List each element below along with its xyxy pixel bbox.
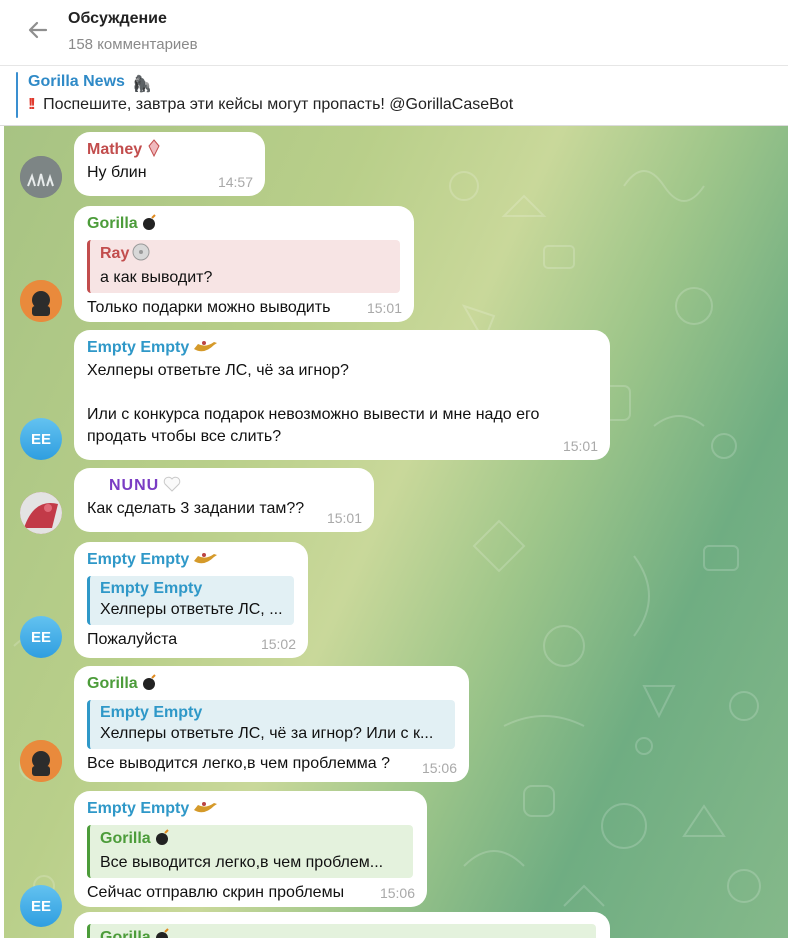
avatar[interactable]: EE — [20, 616, 62, 658]
page-title: Обсуждение — [68, 10, 167, 27]
pinned-channel-label: Gorilla News — [28, 73, 125, 90]
message-text: Все выводится легко,в чем проблемма ? — [87, 755, 391, 772]
avatar[interactable] — [20, 492, 62, 534]
lamp-emoji-icon — [192, 798, 218, 821]
pinned-accent-bar — [16, 72, 18, 118]
arrow-left-icon — [26, 18, 50, 47]
reply-author: Gorilla — [100, 927, 586, 938]
avatar[interactable] — [20, 740, 62, 782]
bomb-emoji-icon — [154, 828, 172, 852]
reply-text: а как выводит? — [100, 269, 213, 286]
message-bubble[interactable]: Mathey Ну блин 14:57 — [74, 132, 265, 196]
disc-emoji-icon — [132, 243, 150, 267]
reply-author: Empty Empty — [100, 580, 203, 597]
message-bubble[interactable]: Empty Empty Хелперы ответьте ЛС, чё за и… — [74, 330, 610, 460]
reply-text: Все выводится легко,в чем проблем... — [100, 854, 384, 871]
gorilla-emoji-icon: 🦍 — [132, 76, 153, 93]
message-text-line: продать чтобы все слить? — [87, 428, 282, 445]
pinned-text: Поспешите, завтра эти кейсы могут пропас… — [43, 96, 514, 113]
reply-text: Хелперы ответьте ЛС, ... — [100, 601, 283, 618]
reply-quote[interactable]: Empty Empty Хелперы ответьте ЛС, ... — [87, 576, 294, 625]
message-text-line: Хелперы ответьте ЛС, чё за игнор? — [87, 362, 349, 379]
message-time: 15:06 — [379, 885, 415, 901]
message-time: 15:06 — [421, 760, 457, 776]
lamp-emoji-icon — [192, 549, 218, 572]
pinned-message[interactable]: Gorilla News 🦍 !! Поспешите, завтра эти … — [0, 66, 788, 126]
avatar[interactable]: EE — [20, 418, 62, 460]
message-text: Как сделать 3 задании там?? — [87, 500, 305, 517]
pinned-channel-name: Gorilla News 🦍 — [28, 73, 152, 94]
avatar[interactable]: EE — [20, 885, 62, 927]
sender-name[interactable]: Gorilla — [87, 214, 138, 234]
avatar-initials: EE — [30, 897, 51, 915]
sender-name[interactable]: Empty Empty — [87, 799, 189, 819]
sender-name[interactable]: Empty Empty — [87, 550, 189, 570]
sender-name[interactable]: NUNU — [87, 476, 159, 496]
sender-name[interactable]: Mathey — [87, 140, 142, 160]
chat-header: Обсуждение 158 комментариев — [0, 0, 788, 66]
bomb-emoji-icon — [141, 673, 159, 696]
white-heart-icon — [162, 475, 182, 498]
message-bubble[interactable]: Gorilla Empty Empty Хелперы ответьте ЛС,… — [74, 666, 469, 782]
reply-author: Ray — [100, 243, 390, 267]
avatar[interactable] — [20, 280, 62, 322]
lamp-emoji-icon — [192, 337, 218, 360]
message-bubble[interactable]: Empty Empty Empty Empty Хелперы ответьте… — [74, 542, 308, 658]
message-time: 15:01 — [562, 438, 598, 454]
message-bubble[interactable]: NUNU Как сделать 3 задании там?? 15:01 — [74, 468, 374, 532]
reply-quote[interactable]: Gorilla — [87, 924, 596, 938]
message-time: 15:01 — [366, 300, 402, 316]
message-text-line: Или с конкурса подарок невозможно вывест… — [87, 406, 540, 423]
reply-quote[interactable]: Ray а как выводит? — [87, 240, 400, 293]
bomb-emoji-icon — [154, 927, 172, 938]
chat-area[interactable]: Mathey Ну блин 14:57 Gorilla Ray а как в… — [4, 126, 788, 938]
reply-text: Хелперы ответьте ЛС, чё за игнор? Или с … — [100, 725, 434, 742]
reply-author-label: Ray — [100, 245, 130, 262]
reply-author: Empty Empty — [100, 704, 203, 721]
message-bubble[interactable]: Empty Empty Gorilla Все выводится легко,… — [74, 791, 427, 907]
message-text: Только подарки можно выводить — [87, 299, 331, 316]
comment-count: 158 комментариев — [68, 36, 198, 53]
reply-author-label: Gorilla — [100, 929, 151, 938]
reply-author-label: Gorilla — [100, 830, 151, 847]
avatar-initials: EE — [30, 430, 51, 448]
blade-emoji-icon — [145, 139, 163, 162]
message-text: Сейчас отправлю скрин проблемы — [87, 884, 345, 901]
reply-author: Gorilla — [100, 828, 403, 852]
message-bubble[interactable]: Gorilla Ray а как выводит? Только подарк… — [74, 206, 414, 322]
reply-quote[interactable]: Empty Empty Хелперы ответьте ЛС, чё за и… — [87, 700, 455, 749]
message-bubble[interactable]: Gorilla — [74, 912, 610, 938]
double-exclamation-icon: !! — [28, 96, 35, 113]
avatar-initials: EE — [30, 628, 51, 646]
back-button[interactable] — [22, 16, 54, 48]
message-time: 14:57 — [217, 174, 253, 190]
bomb-emoji-icon — [141, 213, 159, 236]
pinned-text-row: !! Поспешите, завтра эти кейсы могут про… — [28, 96, 513, 114]
message-time: 15:02 — [260, 636, 296, 652]
message-time: 15:01 — [326, 510, 362, 526]
avatar[interactable] — [20, 156, 62, 198]
sender-name[interactable]: Empty Empty — [87, 338, 189, 358]
sender-name[interactable]: Gorilla — [87, 674, 138, 694]
reply-quote[interactable]: Gorilla Все выводится легко,в чем пробле… — [87, 825, 413, 878]
